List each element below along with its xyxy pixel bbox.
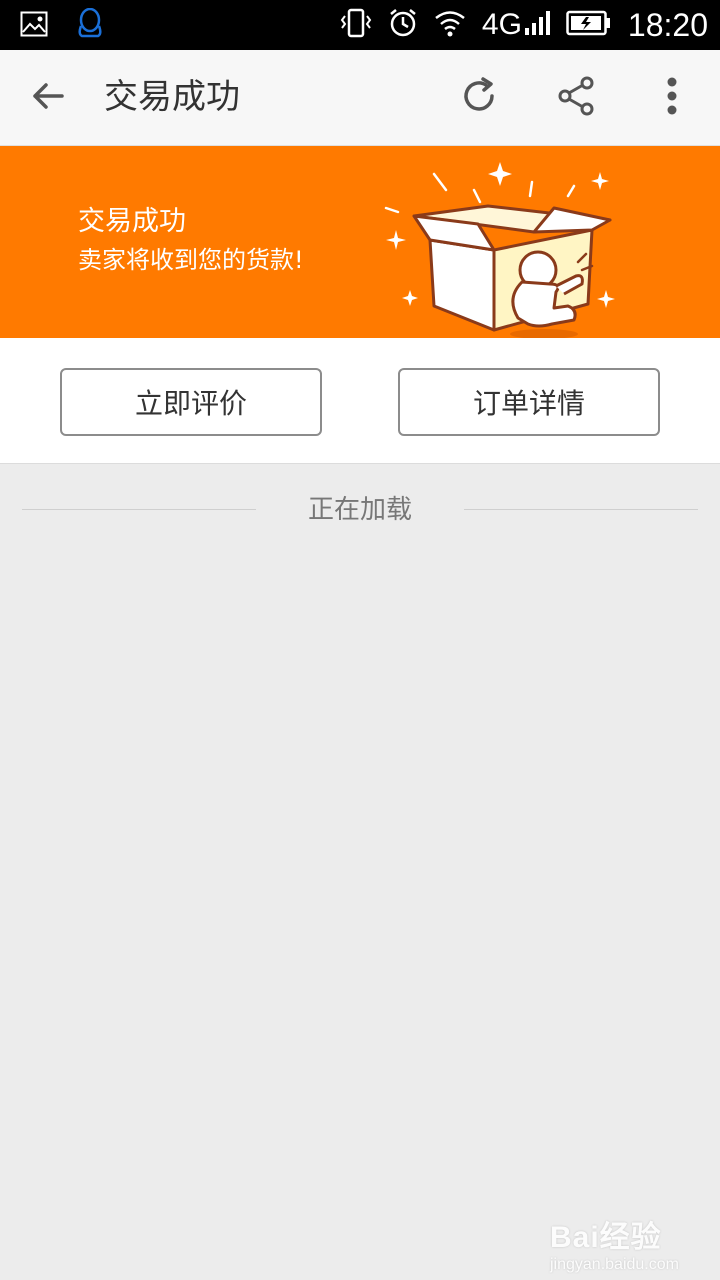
signal-group: 4G <box>482 8 550 42</box>
more-button[interactable] <box>648 72 696 124</box>
qq-icon <box>76 7 104 44</box>
banner-title: 交易成功 <box>78 206 186 237</box>
watermark-main: Bai经验 <box>550 1221 662 1254</box>
vibrate-icon <box>340 8 372 42</box>
loading-text: 正在加载 <box>307 495 412 525</box>
success-banner: 交易成功 卖家将收到您的货款! <box>0 146 720 338</box>
battery-icon <box>566 10 612 40</box>
back-button[interactable] <box>20 72 76 124</box>
app-bar: 交易成功 <box>0 50 720 146</box>
baidu-jingyan-watermark: Bai经验 jingyan.baidu.com <box>550 1212 700 1273</box>
review-button[interactable]: 立即评价 <box>60 368 322 436</box>
divider-right <box>464 509 698 510</box>
wifi-icon <box>434 9 466 41</box>
watermark-sub: jingyan.baidu.com <box>550 1256 679 1273</box>
order-detail-button[interactable]: 订单详情 <box>398 368 660 436</box>
signal-icon <box>524 10 550 40</box>
clock: 18:20 <box>627 6 708 43</box>
share-button[interactable] <box>548 72 604 124</box>
loading-indicator: 正在加载 <box>0 488 720 532</box>
share-icon <box>556 75 596 121</box>
image-icon <box>20 11 48 41</box>
refresh-icon <box>458 75 500 121</box>
open-box-illustration <box>384 162 615 338</box>
action-bar: 立即评价 订单详情 <box>0 338 720 464</box>
banner-subtitle: 卖家将收到您的货款! <box>78 246 304 274</box>
network-type: 4G <box>481 8 522 41</box>
back-arrow-icon <box>28 76 68 120</box>
alarm-icon <box>388 8 418 42</box>
status-bar-left <box>20 7 104 44</box>
status-bar-right: 4G 18:20 <box>340 0 708 50</box>
page-title: 交易成功 <box>104 77 240 117</box>
status-bar: 4G 18:20 <box>0 0 720 50</box>
refresh-button[interactable] <box>452 72 506 124</box>
more-vert-icon <box>665 76 679 120</box>
divider-left <box>22 509 256 510</box>
